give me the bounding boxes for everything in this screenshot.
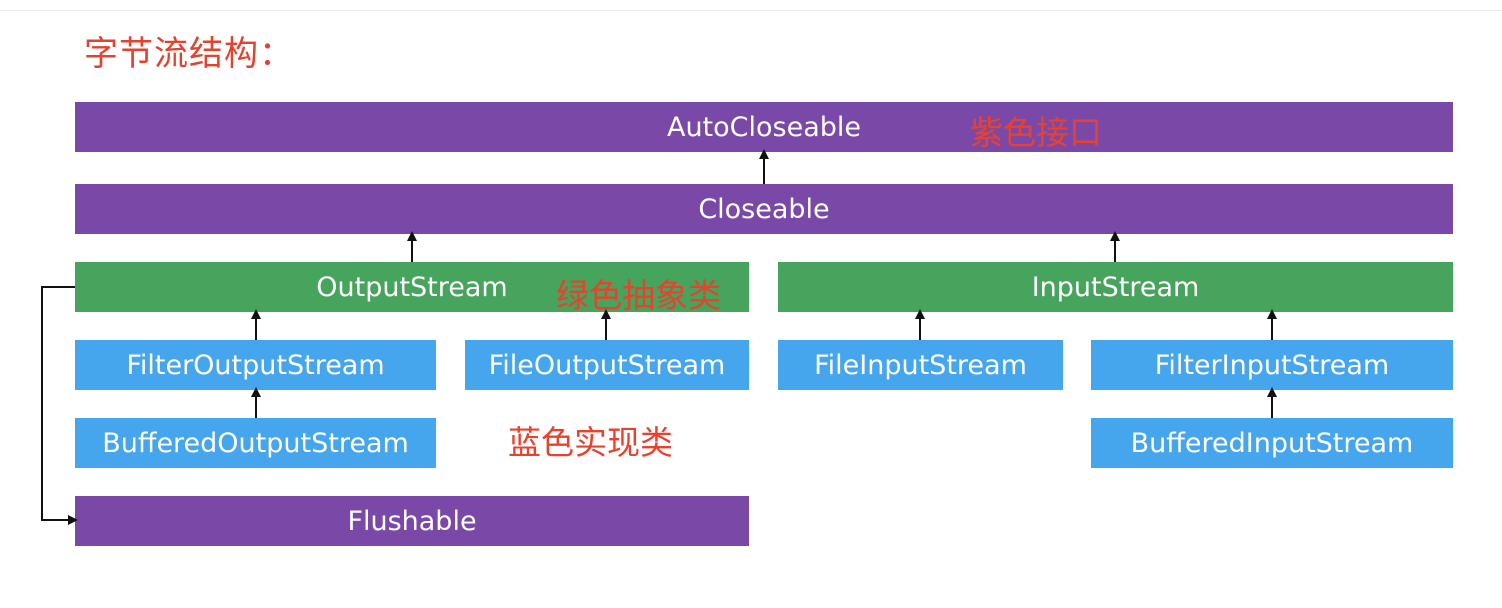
arrow-outputstream-to-flushable (41, 286, 78, 525)
inheritance-arrows (41, 149, 1277, 525)
